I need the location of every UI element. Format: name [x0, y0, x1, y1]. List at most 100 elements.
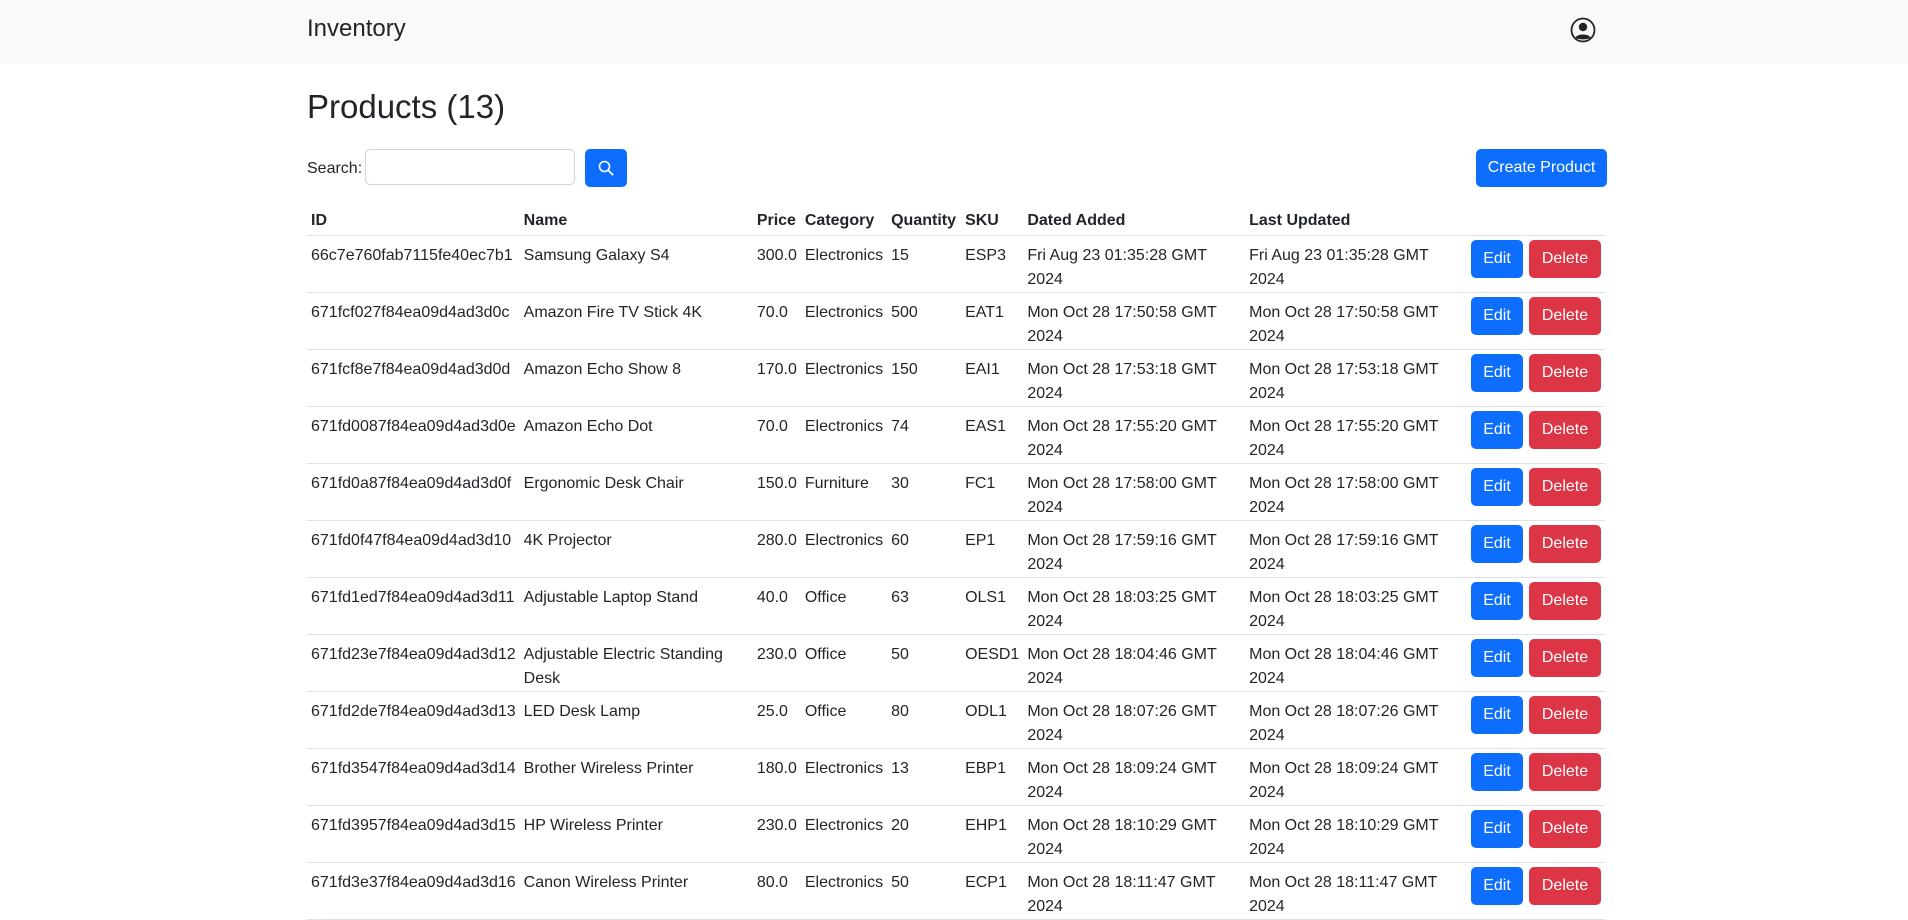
cell-name: Ergonomic Desk Chair	[519, 463, 753, 521]
cell-last-updated: Mon Oct 28 18:09:24 GMT 2024	[1245, 748, 1467, 806]
delete-button[interactable]: Delete	[1529, 354, 1601, 392]
edit-button[interactable]: Edit	[1471, 639, 1523, 677]
cell-last-updated: Mon Oct 28 18:04:46 GMT 2024	[1245, 634, 1467, 692]
delete-button[interactable]: Delete	[1529, 639, 1601, 677]
cell-last-updated: Mon Oct 28 18:11:47 GMT 2024	[1245, 862, 1467, 920]
cell-quantity: 60	[887, 520, 962, 578]
search-button[interactable]	[585, 149, 627, 187]
delete-button[interactable]: Delete	[1529, 753, 1601, 791]
cell-name: Canon Wireless Printer	[519, 862, 753, 920]
cell-last-updated: Mon Oct 28 17:55:20 GMT 2024	[1245, 406, 1467, 464]
edit-button[interactable]: Edit	[1471, 468, 1523, 506]
cell-sku: ODL1	[961, 691, 1024, 749]
edit-button[interactable]: Edit	[1471, 240, 1523, 278]
table-row: 671fd2de7f84ea09d4ad3d13 LED Desk Lamp 25.…	[307, 691, 1605, 749]
cell-id: 671fd2de7f84ea09d4ad3d13	[307, 691, 520, 749]
delete-button[interactable]: Delete	[1529, 297, 1601, 335]
cell-sku: EHP1	[961, 805, 1024, 863]
row-actions: Edit Delete	[1467, 577, 1605, 635]
cell-date-added: Mon Oct 28 17:59:16 GMT 2024	[1023, 520, 1246, 578]
row-actions: Edit Delete	[1467, 292, 1605, 350]
cell-sku: OESD1	[961, 634, 1024, 692]
table-row: 671fd23e7f84ea09d4ad3d12 Adjustable Elect…	[307, 634, 1605, 692]
delete-button[interactable]: Delete	[1529, 411, 1601, 449]
table-row: 66c7e760fab7115fe40ec7b1 Samsung Galaxy S…	[307, 235, 1605, 293]
cell-sku: EBP1	[961, 748, 1024, 806]
cell-date-added: Mon Oct 28 18:07:26 GMT 2024	[1023, 691, 1246, 749]
cell-id: 671fcf8e7f84ea09d4ad3d0d	[307, 349, 520, 407]
cell-name: Adjustable Electric Standing Desk	[519, 634, 753, 692]
table-row: 671fcf027f84ea09d4ad3d0c Amazon Fire TV S…	[307, 292, 1605, 350]
delete-button[interactable]: Delete	[1529, 240, 1601, 278]
cell-category: Electronics	[800, 862, 888, 920]
cell-id: 671fd3547f84ea09d4ad3d14	[307, 748, 520, 806]
cell-price: 180.0	[752, 748, 801, 806]
edit-button[interactable]: Edit	[1471, 525, 1523, 563]
cell-price: 25.0	[752, 691, 801, 749]
cell-category: Office	[800, 577, 888, 635]
cell-price: 40.0	[752, 577, 801, 635]
cell-name: Amazon Fire TV Stick 4K	[519, 292, 753, 350]
delete-button[interactable]: Delete	[1529, 867, 1601, 905]
cell-name: Amazon Echo Show 8	[519, 349, 753, 407]
cell-date-added: Mon Oct 28 18:04:46 GMT 2024	[1023, 634, 1246, 692]
table-row: 671fd3e37f84ea09d4ad3d16 Canon Wireless P…	[307, 862, 1605, 920]
edit-button[interactable]: Edit	[1471, 696, 1523, 734]
edit-button[interactable]: Edit	[1471, 867, 1523, 905]
cell-category: Electronics	[800, 520, 888, 578]
table-header-row: ID Name Price Category Quantity SKU Date…	[307, 203, 1605, 236]
delete-button[interactable]: Delete	[1529, 468, 1601, 506]
cell-date-added: Mon Oct 28 18:03:25 GMT 2024	[1023, 577, 1246, 635]
edit-button[interactable]: Edit	[1471, 297, 1523, 335]
edit-button[interactable]: Edit	[1471, 810, 1523, 848]
cell-last-updated: Mon Oct 28 17:50:58 GMT 2024	[1245, 292, 1467, 350]
cell-sku: EAS1	[961, 406, 1024, 464]
row-actions: Edit Delete	[1467, 463, 1605, 521]
delete-button[interactable]: Delete	[1529, 696, 1601, 734]
cell-date-added: Mon Oct 28 17:50:58 GMT 2024	[1023, 292, 1246, 350]
cell-category: Furniture	[800, 463, 888, 521]
cell-id: 671fd23e7f84ea09d4ad3d12	[307, 634, 520, 692]
table-row: 671fd0087f84ea09d4ad3d0e Amazon Echo Dot 7…	[307, 406, 1605, 464]
delete-button[interactable]: Delete	[1529, 525, 1601, 563]
cell-id: 671fd0a87f84ea09d4ad3d0f	[307, 463, 520, 521]
cell-sku: OLS1	[961, 577, 1024, 635]
create-product-button[interactable]: Create Product	[1476, 149, 1607, 187]
edit-button[interactable]: Edit	[1471, 354, 1523, 392]
cell-id: 671fcf027f84ea09d4ad3d0c	[307, 292, 520, 350]
table-row: 671fd3957f84ea09d4ad3d15 HP Wireless Prin…	[307, 805, 1605, 863]
navbar-brand[interactable]: Inventory	[307, 15, 406, 43]
cell-name: Samsung Galaxy S4	[519, 235, 753, 293]
cell-date-added: Fri Aug 23 01:35:28 GMT 2024	[1023, 235, 1246, 293]
column-header-price: Price	[752, 203, 801, 236]
row-actions: Edit Delete	[1467, 520, 1605, 578]
cell-name: Brother Wireless Printer	[519, 748, 753, 806]
cell-sku: ECP1	[961, 862, 1024, 920]
delete-button[interactable]: Delete	[1529, 810, 1601, 848]
delete-button[interactable]: Delete	[1529, 582, 1601, 620]
user-circle-icon[interactable]	[1570, 17, 1596, 43]
search-input[interactable]	[365, 149, 575, 185]
cell-sku: EAI1	[961, 349, 1024, 407]
cell-category: Electronics	[800, 805, 888, 863]
page-title: Products (13)	[307, 88, 506, 125]
edit-button[interactable]: Edit	[1471, 753, 1523, 791]
cell-category: Office	[800, 691, 888, 749]
edit-button[interactable]: Edit	[1471, 411, 1523, 449]
cell-price: 70.0	[752, 406, 801, 464]
products-table: ID Name Price Category Quantity SKU Date…	[307, 203, 1605, 920]
column-header-name: Name	[519, 203, 753, 236]
cell-quantity: 20	[887, 805, 962, 863]
navbar: Inventory	[0, 0, 1908, 63]
table-row: 671fd0a87f84ea09d4ad3d0f Ergonomic Desk C…	[307, 463, 1605, 521]
cell-id: 671fd1ed7f84ea09d4ad3d11	[307, 577, 520, 635]
cell-price: 80.0	[752, 862, 801, 920]
cell-last-updated: Mon Oct 28 17:59:16 GMT 2024	[1245, 520, 1467, 578]
cell-price: 230.0	[752, 634, 801, 692]
cell-sku: FC1	[961, 463, 1024, 521]
cell-price: 70.0	[752, 292, 801, 350]
edit-button[interactable]: Edit	[1471, 582, 1523, 620]
column-header-category: Category	[800, 203, 888, 236]
row-actions: Edit Delete	[1467, 691, 1605, 749]
row-actions: Edit Delete	[1467, 406, 1605, 464]
